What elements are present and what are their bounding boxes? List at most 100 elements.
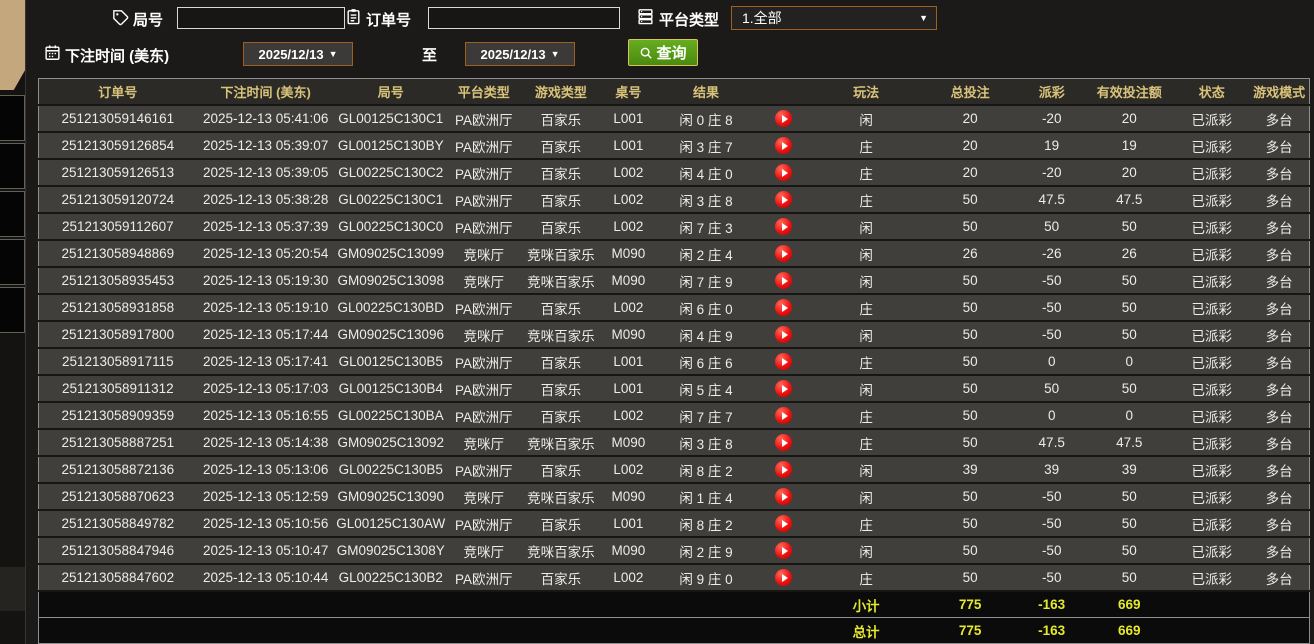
platform-cell: PA欧洲厅 — [447, 348, 521, 375]
bet-on-cell: 闲 — [811, 537, 921, 564]
total-bet-cell: 26 — [921, 240, 1019, 267]
play-replay-icon[interactable] — [775, 353, 792, 370]
valid-bet-cell: 20 — [1084, 159, 1174, 186]
order-no-cell: 251213058847602 — [39, 564, 197, 591]
total-bet-cell: 50 — [921, 267, 1019, 294]
order-no-cell: 251213058887251 — [39, 429, 197, 456]
game-no-cell: GL00125C130B4 — [335, 375, 447, 402]
result-cell: 闲 7 庄 3 — [656, 213, 756, 240]
col-total-bet: 总投注 — [921, 79, 1019, 106]
platform-cell: PA欧洲厅 — [447, 402, 521, 429]
grand-total-label: 总计 — [811, 618, 921, 644]
payout-cell: -50 — [1019, 294, 1084, 321]
play-replay-icon[interactable] — [775, 407, 792, 424]
table-row: 251213058917115 2025-12-13 05:17:41 GL00… — [39, 348, 1310, 375]
play-replay-icon[interactable] — [775, 218, 792, 235]
play-replay-icon[interactable] — [775, 569, 792, 586]
grand-total-row: 总计 775 -163 669 — [39, 618, 1310, 644]
status-cell: 已派彩 — [1174, 564, 1249, 591]
play-replay-icon[interactable] — [775, 326, 792, 343]
game-mode-cell: 多台 — [1249, 186, 1309, 213]
platform-type-select[interactable]: 1.全部 ▼ — [731, 6, 937, 30]
payout-cell: -20 — [1019, 159, 1084, 186]
background-block — [0, 287, 25, 333]
play-replay-icon[interactable] — [775, 380, 792, 397]
play-replay-icon[interactable] — [775, 164, 792, 181]
order-no-input[interactable] — [428, 7, 620, 29]
query-button-label: 查询 — [656, 42, 686, 63]
game-type-cell: 百家乐 — [521, 402, 601, 429]
chevron-down-icon: ▼ — [329, 50, 338, 59]
status-cell: 已派彩 — [1174, 321, 1249, 348]
total-bet-cell: 50 — [921, 537, 1019, 564]
game-type-cell: 竞咪百家乐 — [521, 240, 601, 267]
subtotal-row: 小计 775 -163 669 — [39, 591, 1310, 618]
date-from-select[interactable]: 2025/12/13 ▼ — [243, 42, 353, 66]
play-replay-icon[interactable] — [775, 488, 792, 505]
bet-on-cell: 闲 — [811, 267, 921, 294]
payout-cell: -50 — [1019, 321, 1084, 348]
order-no-cell: 251213058872136 — [39, 456, 197, 483]
play-replay-icon[interactable] — [775, 515, 792, 532]
table-no-cell: L002 — [601, 186, 656, 213]
status-cell: 已派彩 — [1174, 537, 1249, 564]
play-replay-icon[interactable] — [775, 137, 792, 154]
play-replay-icon[interactable] — [775, 434, 792, 451]
platform-cell: PA欧洲厅 — [447, 456, 521, 483]
grand-total-payout: -163 — [1019, 618, 1084, 644]
table-row: 251213058887251 2025-12-13 05:14:38 GM09… — [39, 429, 1310, 456]
platform-cell: PA欧洲厅 — [447, 375, 521, 402]
order-no-cell: 251213058917800 — [39, 321, 197, 348]
result-cell: 闲 5 庄 4 — [656, 375, 756, 402]
play-replay-icon[interactable] — [775, 191, 792, 208]
chevron-down-icon: ▼ — [919, 14, 928, 23]
table-row: 251213058849782 2025-12-13 05:10:56 GL00… — [39, 510, 1310, 537]
total-bet-cell: 50 — [921, 294, 1019, 321]
order-no-label: 订单号 — [366, 9, 411, 30]
play-replay-icon[interactable] — [775, 461, 792, 478]
payout-cell: -50 — [1019, 267, 1084, 294]
order-no-cell: 251213058849782 — [39, 510, 197, 537]
bet-time-cell: 2025-12-13 05:10:44 — [197, 564, 335, 591]
result-cell: 闲 0 庄 8 — [656, 105, 756, 132]
subtotal-valid-bet: 669 — [1084, 591, 1174, 618]
play-replay-icon[interactable] — [775, 245, 792, 262]
bet-time-cell: 2025-12-13 05:10:47 — [197, 537, 335, 564]
status-cell: 已派彩 — [1174, 186, 1249, 213]
game-no-cell: GL00225C130BA — [335, 402, 447, 429]
game-mode-cell: 多台 — [1249, 510, 1309, 537]
payout-cell: -26 — [1019, 240, 1084, 267]
play-replay-icon[interactable] — [775, 542, 792, 559]
col-game-type: 游戏类型 — [521, 79, 601, 106]
table-row: 251213058847946 2025-12-13 05:10:47 GM09… — [39, 537, 1310, 564]
game-type-cell: 百家乐 — [521, 564, 601, 591]
bet-time-cell: 2025-12-13 05:12:59 — [197, 483, 335, 510]
game-no-cell: GL00225C130C2 — [335, 159, 447, 186]
replay-cell — [756, 375, 811, 402]
bet-time-cell: 2025-12-13 05:16:55 — [197, 402, 335, 429]
game-no-cell: GM09025C13092 — [335, 429, 447, 456]
play-replay-icon[interactable] — [775, 272, 792, 289]
play-replay-icon[interactable] — [775, 299, 792, 316]
game-no-input[interactable] — [177, 7, 345, 29]
platform-cell: 竞咪厅 — [447, 429, 521, 456]
play-replay-icon[interactable] — [775, 110, 792, 127]
background-left-strip — [0, 0, 25, 644]
background-tan-corner — [0, 0, 25, 90]
bet-time-cell: 2025-12-13 05:41:06 — [197, 105, 335, 132]
game-mode-cell: 多台 — [1249, 321, 1309, 348]
valid-bet-cell: 50 — [1084, 375, 1174, 402]
result-cell: 闲 2 庄 4 — [656, 240, 756, 267]
payout-cell: -50 — [1019, 510, 1084, 537]
query-button[interactable]: 查询 — [628, 39, 698, 66]
platform-cell: PA欧洲厅 — [447, 186, 521, 213]
game-type-cell: 百家乐 — [521, 213, 601, 240]
status-cell: 已派彩 — [1174, 483, 1249, 510]
platform-list-icon — [637, 8, 654, 25]
result-cell: 闲 6 庄 6 — [656, 348, 756, 375]
table-row: 251213058872136 2025-12-13 05:13:06 GL00… — [39, 456, 1310, 483]
platform-cell: 竞咪厅 — [447, 321, 521, 348]
game-type-cell: 竞咪百家乐 — [521, 483, 601, 510]
replay-cell — [756, 240, 811, 267]
date-to-select[interactable]: 2025/12/13 ▼ — [465, 42, 575, 66]
